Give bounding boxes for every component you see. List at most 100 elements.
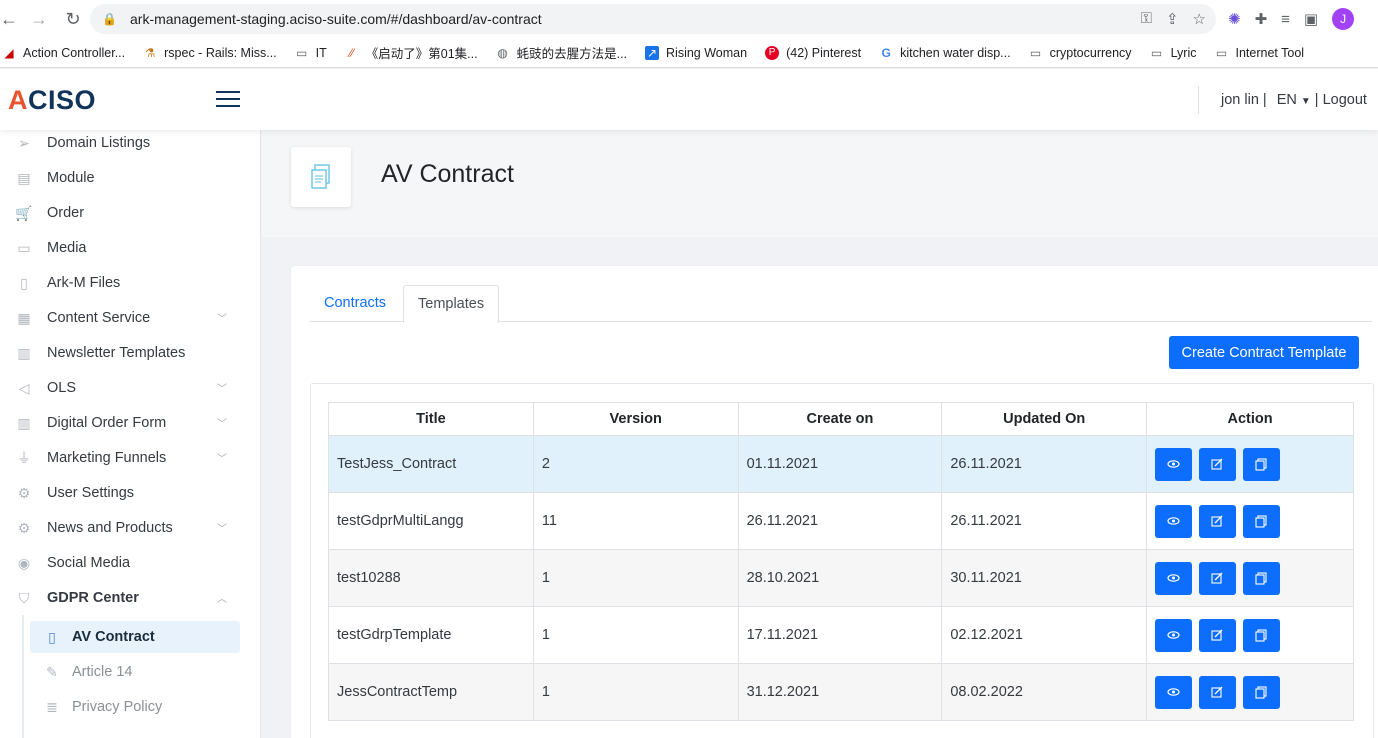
sidebar: ➢ Domain Listings ▤ Module 🛒 Order ▭ Med… — [0, 130, 261, 738]
rails-icon: ◢ — [4, 45, 14, 60]
sidebar-item-gdpr-center[interactable]: ⛉ GDPR Center ︿ — [0, 580, 260, 615]
column-header-version[interactable]: Version — [532, 402, 739, 436]
sidebar-item-news-and-products[interactable]: ⚙ News and Products ﹀ — [0, 510, 260, 545]
send-icon: ➢ — [18, 134, 30, 151]
list-icon: ≣ — [46, 699, 58, 715]
edit-button[interactable] — [1199, 618, 1237, 652]
app-header: ACISO jon lin | EN ▼ | Logout — [0, 69, 1378, 130]
document-copy-icon — [311, 164, 330, 189]
file-icon: ▯ — [20, 274, 28, 291]
content-icon: ▦ — [17, 309, 31, 326]
briefcase-icon: ▤ — [17, 169, 31, 186]
aciso-logo[interactable]: ACISO — [8, 85, 96, 116]
back-icon[interactable]: ← — [0, 9, 18, 30]
sidebar-item-article-14[interactable]: ✎ Article 14 — [30, 656, 240, 688]
extension-badge-icon[interactable]: ✺ — [1228, 10, 1241, 28]
sidebar-item-content-service[interactable]: ▦ Content Service ﹀ — [0, 300, 260, 335]
cell-updated: 30.11.2021 — [941, 549, 1148, 607]
cell-created: 28.10.2021 — [737, 549, 943, 607]
folder-icon: ▭ — [295, 45, 308, 60]
sidebar-item-ols[interactable]: ◁ OLS ﹀ — [0, 370, 260, 405]
tab-templates[interactable]: Templates — [403, 285, 500, 323]
column-header-title[interactable]: Title — [328, 402, 534, 436]
shield-icon: ⛉ — [18, 589, 30, 606]
cell-updated: 08.02.2022 — [941, 663, 1148, 721]
sidebar-item-order[interactable]: 🛒 Order — [0, 195, 260, 230]
sidebar-item-newsletter-templates[interactable]: ▥ Newsletter Templates — [0, 335, 260, 370]
sidepanel-icon[interactable]: ▣ — [1304, 10, 1318, 28]
copy-button[interactable] — [1243, 504, 1281, 538]
cell-action — [1146, 606, 1354, 664]
edit-button[interactable] — [1199, 447, 1237, 481]
bookmark[interactable]: ▭ Lyric — [1150, 46, 1197, 60]
user-name: jon lin | — [1221, 92, 1267, 108]
star-icon[interactable]: ☆ — [1193, 10, 1206, 28]
bookmark[interactable]: ▭ IT — [295, 46, 327, 60]
edit-button[interactable] — [1199, 504, 1237, 538]
cell-updated: 02.12.2021 — [941, 606, 1148, 664]
document-icon: ▯ — [48, 629, 56, 645]
sidebar-item-marketing-funnels[interactable]: ⏚ Marketing Funnels ﹀ — [0, 440, 260, 475]
bookmark[interactable]: P (42) Pinterest — [765, 45, 861, 60]
bookmark[interactable]: Gkitchen water disp... — [879, 46, 1010, 60]
sidebar-item-module[interactable]: ▤ Module — [0, 160, 260, 195]
language-select[interactable]: EN ▼ — [1277, 92, 1311, 108]
reload-icon[interactable]: ↻ — [58, 9, 88, 30]
hamburger-menu-icon[interactable] — [216, 91, 240, 107]
cell-updated: 26.11.2021 — [941, 492, 1148, 550]
edit-button[interactable] — [1199, 675, 1237, 709]
copy-button[interactable] — [1243, 447, 1281, 481]
templates-table: Title Version Create on Updated On Actio… — [328, 402, 1354, 721]
view-button[interactable] — [1155, 561, 1193, 595]
column-header-updated-on[interactable]: Updated On — [941, 402, 1148, 436]
puzzle-icon[interactable]: ✚ — [1255, 10, 1268, 28]
chevron-down-icon: ﹀ — [217, 384, 227, 395]
sidebar-item-digital-order-form[interactable]: ▥ Digital Order Form ﹀ — [0, 405, 260, 440]
copy-button[interactable] — [1243, 618, 1281, 652]
table-row: JessContractTemp 1 31.12.2021 08.02.2022 — [328, 663, 1354, 721]
user-menu: jon lin | EN ▼ | Logout — [1198, 86, 1367, 114]
bookmark[interactable]: ↗ Rising Woman — [645, 45, 747, 60]
sidebar-item-domain-listings[interactable]: ➢ Domain Listings — [0, 130, 260, 160]
bookmark[interactable]: ▭ cryptocurrency — [1029, 46, 1132, 60]
bookmark[interactable]: ▭ Internet Tool — [1215, 46, 1304, 60]
tab-contracts[interactable]: Contracts — [310, 285, 400, 322]
sidebar-item-media[interactable]: ▭ Media — [0, 230, 260, 265]
sidebar-item-ark-m-files[interactable]: ▯ Ark-M Files — [0, 265, 260, 300]
create-contract-template-button[interactable]: Create Contract Template — [1169, 336, 1359, 369]
view-button[interactable] — [1155, 618, 1193, 652]
share-icon[interactable]: ⇪ — [1166, 10, 1179, 28]
bookmark[interactable]: ◍ 蚝豉的去腥方法是... — [496, 43, 627, 62]
cell-created: 17.11.2021 — [737, 606, 943, 664]
folder-icon: ▭ — [17, 239, 31, 256]
forward-icon[interactable]: → — [24, 9, 54, 30]
column-header-create-on[interactable]: Create on — [737, 402, 943, 436]
view-button[interactable] — [1155, 504, 1193, 538]
sidebar-item-av-contract[interactable]: ▯ AV Contract — [30, 621, 240, 653]
page-icon — [291, 147, 351, 207]
gear-icon: ⚙ — [17, 519, 31, 536]
view-button[interactable] — [1155, 447, 1193, 481]
sidebar-item-user-settings[interactable]: ⚙ User Settings — [0, 475, 260, 510]
newsletter-icon: ▥ — [17, 344, 31, 361]
view-button[interactable] — [1155, 675, 1193, 709]
chevron-down-icon: ﹀ — [217, 524, 227, 535]
bookmark[interactable]: ⚗ rspec - Rails: Miss... — [143, 46, 277, 60]
media-queue-icon[interactable]: ≡ — [1281, 11, 1290, 28]
logout-link[interactable]: | Logout — [1315, 92, 1367, 108]
folder-icon: ▭ — [1150, 45, 1163, 60]
copy-button[interactable] — [1243, 675, 1281, 709]
address-bar[interactable]: 🔒 ark-management-staging.aciso-suite.com… — [90, 4, 1216, 34]
cell-title: JessContractTemp — [328, 663, 534, 721]
table-row: testGdrpTemplate 1 17.11.2021 02.12.2021 — [328, 606, 1354, 664]
edit-button[interactable] — [1199, 561, 1237, 595]
copy-button[interactable] — [1243, 561, 1281, 595]
sidebar-item-privacy-policy[interactable]: ≣ Privacy Policy — [30, 691, 240, 723]
key-icon[interactable]: ⚿ — [1141, 10, 1152, 28]
profile-avatar[interactable]: J — [1332, 8, 1355, 30]
cell-version: 11 — [532, 492, 739, 550]
bookmark[interactable]: ⁄⁄ 《启动了》第01集... — [345, 43, 478, 62]
bookmark[interactable]: ◢ Action Controller... — [2, 46, 125, 60]
sidebar-item-social-media[interactable]: ◉ Social Media — [0, 545, 260, 580]
cell-action — [1146, 549, 1354, 607]
